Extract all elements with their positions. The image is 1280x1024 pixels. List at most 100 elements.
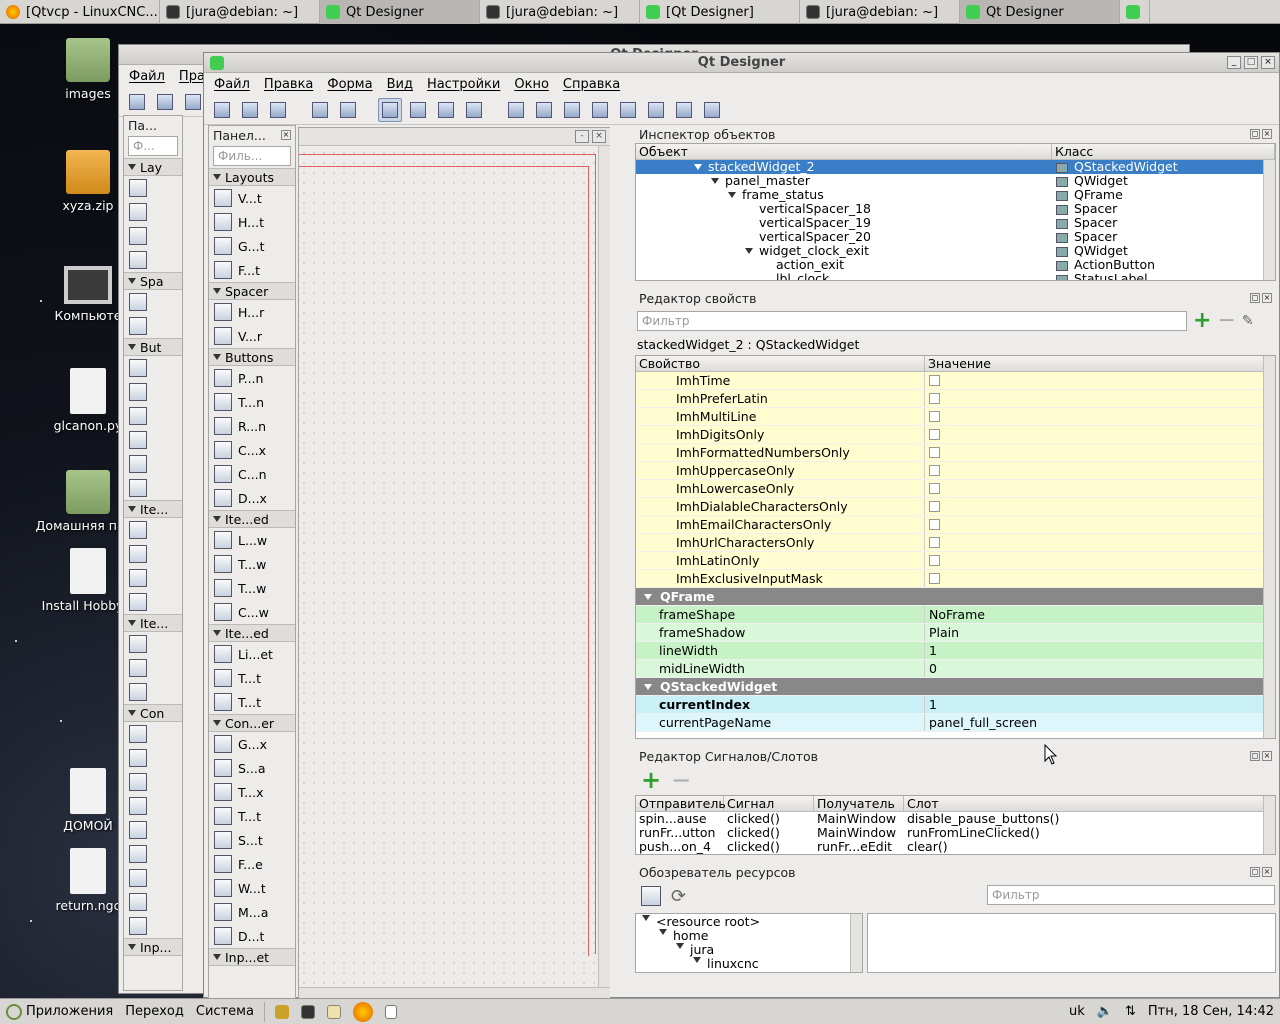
close-icon[interactable]: × <box>1262 751 1272 761</box>
add-connection-icon[interactable]: + <box>641 766 661 794</box>
layout-grid-button[interactable] <box>616 98 640 122</box>
resource-filter-input[interactable]: Фильтр <box>987 885 1275 905</box>
col-class-header[interactable]: Класс <box>1052 144 1275 159</box>
launcher-terminal[interactable] <box>295 999 321 1024</box>
taskbar-tab-qt-designer-1[interactable]: Qt Designer <box>320 0 480 24</box>
object-tree-row[interactable]: action_exit ActionButton <box>636 258 1275 272</box>
widget-box-item[interactable]: C...x <box>209 438 295 462</box>
close-button[interactable]: × <box>1261 56 1275 69</box>
widget-box-item[interactable]: T...t <box>209 666 295 690</box>
keyboard-layout-indicator[interactable]: uk <box>1063 999 1091 1024</box>
menu-settings[interactable]: Настройки <box>427 77 500 92</box>
new-form-button[interactable] <box>125 90 149 114</box>
back-widget-item[interactable] <box>124 518 182 542</box>
widget-category[interactable]: Spacer <box>209 282 295 300</box>
back-widget-item[interactable] <box>124 632 182 656</box>
connection-row[interactable]: spin...ause clicked() MainWindow disable_pa… <box>636 812 1275 826</box>
taskbar-tab-terminal-2[interactable]: [jura@debian: ~] <box>480 0 640 24</box>
widget-box-item[interactable]: Li...et <box>209 642 295 666</box>
connections-scrollbar[interactable] <box>1263 796 1275 854</box>
back-cat-item-widgets[interactable]: Ite... <box>124 614 182 632</box>
widget-box-item[interactable]: M...a <box>209 900 295 924</box>
back-widget-item[interactable] <box>124 224 182 248</box>
taskbar-tab-qt-designer-2[interactable]: [Qt Designer] <box>640 0 800 24</box>
volume-indicator[interactable]: 🔈 <box>1091 999 1119 1024</box>
back-widget-item[interactable] <box>124 176 182 200</box>
menu-file[interactable]: Файл <box>214 77 250 92</box>
minimize-button[interactable]: _ <box>1227 56 1241 69</box>
layout-vertical-button[interactable] <box>532 98 556 122</box>
object-tree-row[interactable]: lbl_clock StatusLabel <box>636 272 1275 280</box>
form-vertical-scrollbar[interactable] <box>598 146 610 987</box>
back-widget-item[interactable] <box>124 794 182 818</box>
launcher-linuxcnc[interactable] <box>269 999 295 1024</box>
property-row[interactable]: currentPageName panel_full_screen <box>636 714 1275 732</box>
object-tree-row[interactable]: verticalSpacer_20 Spacer <box>636 230 1275 244</box>
object-tree-row[interactable]: widget_clock_exit QWidget <box>636 244 1275 258</box>
widget-box-item[interactable]: F...e <box>209 852 295 876</box>
taskbar-tab-qt-designer-3[interactable]: Qt Designer <box>960 0 1120 24</box>
back-widget-item[interactable] <box>124 380 182 404</box>
edit-resources-icon[interactable] <box>641 886 661 906</box>
back-widget-item[interactable] <box>124 542 182 566</box>
col-value-header[interactable]: Значение <box>925 356 1275 371</box>
object-tree[interactable]: Объект Класс stackedWidget_2 QStackedWidg… <box>635 143 1276 281</box>
resource-tree-row[interactable]: jura <box>636 943 862 957</box>
adjust-size-button[interactable] <box>700 98 724 122</box>
property-checkbox[interactable] <box>929 411 940 422</box>
resource-tree-row[interactable]: linuxcnc <box>636 957 862 971</box>
widget-box-item[interactable]: T...t <box>209 804 295 828</box>
float-icon[interactable]: ◻ <box>1250 867 1260 877</box>
taskbar-tab-terminal-1[interactable]: [jura@debian: ~] <box>160 0 320 24</box>
property-filter-input[interactable]: Фильтр <box>637 311 1187 331</box>
widget-box-item[interactable]: S...a <box>209 756 295 780</box>
back-widget-item[interactable] <box>124 722 182 746</box>
widget-category[interactable]: Layouts <box>209 168 295 186</box>
property-checkbox[interactable] <box>929 573 940 584</box>
object-tree-row[interactable]: verticalSpacer_19 Spacer <box>636 216 1275 230</box>
float-icon[interactable]: ◻ <box>1250 751 1260 761</box>
form-canvas[interactable]: - × <box>298 127 610 1000</box>
layout-v-splitter-button[interactable] <box>588 98 612 122</box>
close-icon[interactable]: × <box>281 130 291 140</box>
back-menu-file[interactable]: Файл <box>129 69 165 84</box>
object-tree-row[interactable]: verticalSpacer_18 Spacer <box>636 202 1275 216</box>
back-widget-item[interactable] <box>124 404 182 428</box>
layout-form-button[interactable] <box>644 98 668 122</box>
back-widget-item[interactable] <box>124 428 182 452</box>
widget-box-item[interactable]: L...w <box>209 528 295 552</box>
resource-content-view[interactable] <box>867 913 1276 973</box>
clock[interactable]: Птн, 18 Сен, 14:42 <box>1142 999 1280 1024</box>
widget-category[interactable]: Con...er <box>209 714 295 732</box>
back-widget-item[interactable] <box>124 452 182 476</box>
float-icon[interactable]: ◻ <box>1250 129 1260 139</box>
property-checkbox[interactable] <box>929 483 940 494</box>
form-minimize-button[interactable]: - <box>575 130 589 143</box>
layout-h-splitter-button[interactable] <box>560 98 584 122</box>
col-signal-header[interactable]: Сигнал <box>724 796 814 811</box>
taskbar-tab-terminal-3[interactable]: [jura@debian: ~] <box>800 0 960 24</box>
configure-icon[interactable]: ✎ <box>1242 313 1254 329</box>
expand-arrow-icon[interactable] <box>642 915 650 921</box>
widget-category[interactable]: Inp...et <box>209 948 295 966</box>
widget-box-item[interactable]: T...t <box>209 690 295 714</box>
back-widget-item[interactable] <box>124 476 182 500</box>
widget-box-item[interactable]: H...t <box>209 210 295 234</box>
widget-box-item[interactable]: G...x <box>209 732 295 756</box>
back-widget-item[interactable] <box>124 200 182 224</box>
widget-category[interactable]: Buttons <box>209 348 295 366</box>
back-widget-filter[interactable]: Ф... <box>128 136 178 156</box>
back-cat-containers[interactable]: Con <box>124 704 182 722</box>
taskbar-tab-qt-extra[interactable] <box>1120 0 1150 24</box>
form-titlebar[interactable]: - × <box>299 128 610 146</box>
property-checkbox[interactable] <box>929 429 940 440</box>
property-checkbox[interactable] <box>929 501 940 512</box>
widget-box-item[interactable]: S...t <box>209 828 295 852</box>
send-to-back-button[interactable] <box>308 98 332 122</box>
edit-buddies-button[interactable] <box>434 98 458 122</box>
menu-edit[interactable]: Правка <box>264 77 313 92</box>
property-table-scrollbar[interactable] <box>1263 356 1275 738</box>
widget-box-item[interactable]: C...n <box>209 462 295 486</box>
expand-arrow-icon[interactable] <box>728 192 736 198</box>
back-widget-item[interactable] <box>124 866 182 890</box>
